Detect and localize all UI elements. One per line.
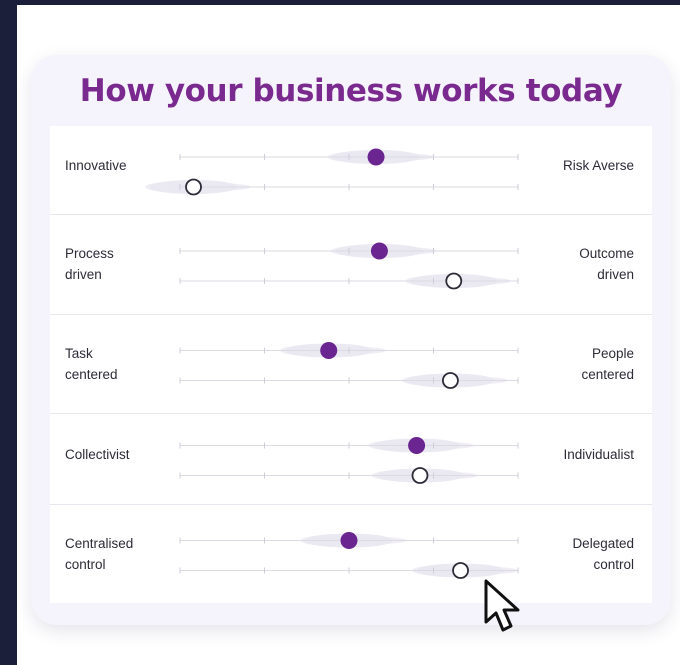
spectrum-left-label: Process driven — [65, 246, 114, 282]
spectrum-right-label: Individualist — [563, 446, 634, 462]
spectrum-track — [179, 532, 519, 579]
spectrum-row: Task centered People centered — [50, 314, 652, 414]
current-score-marker — [320, 342, 338, 359]
page-background: How your business works today Innovative… — [17, 5, 680, 665]
page-title: How your business works today — [79, 73, 623, 109]
spectrum-left-label: Task centered — [65, 345, 118, 382]
current-score-marker — [408, 437, 426, 454]
spectrum-row: Centralised control Delegated control — [50, 504, 652, 603]
spectrum-row: Process driven Outcome driven — [50, 214, 652, 315]
spectrum-panel: Innovative Risk Averse Process driven Outco… — [50, 126, 652, 603]
current-score-marker — [367, 148, 385, 166]
current-score-marker — [370, 242, 388, 260]
spectrum-track — [179, 242, 519, 290]
spectrum-right-label: Risk Averse — [562, 158, 634, 173]
current-score-marker — [340, 532, 358, 549]
spectrum-left-label: Innovative — [65, 158, 127, 173]
pointer-cursor-icon — [484, 579, 520, 632]
spectrum-track — [179, 342, 519, 389]
target-score-marker — [441, 372, 459, 389]
target-score-marker — [452, 562, 469, 579]
target-score-marker — [411, 467, 429, 484]
spectrum-track — [179, 437, 519, 484]
spectrum-left-label: Centralised control — [65, 535, 134, 572]
spectrum-track — [145, 148, 519, 196]
results-card: How your business works today Innovative… — [31, 55, 671, 625]
spectrum-row: Innovative Risk Averse — [50, 126, 652, 215]
spectrum-left-label: Collectivist — [65, 446, 130, 462]
target-score-marker — [445, 272, 463, 290]
spectrum-row: Collectivist Individualist — [50, 413, 652, 505]
spectrum-right-label: Delegated control — [572, 535, 634, 572]
spectrum-right-label: Outcome driven — [579, 246, 634, 282]
spectrum-right-label: People centered — [581, 345, 634, 382]
target-score-marker — [185, 178, 202, 196]
